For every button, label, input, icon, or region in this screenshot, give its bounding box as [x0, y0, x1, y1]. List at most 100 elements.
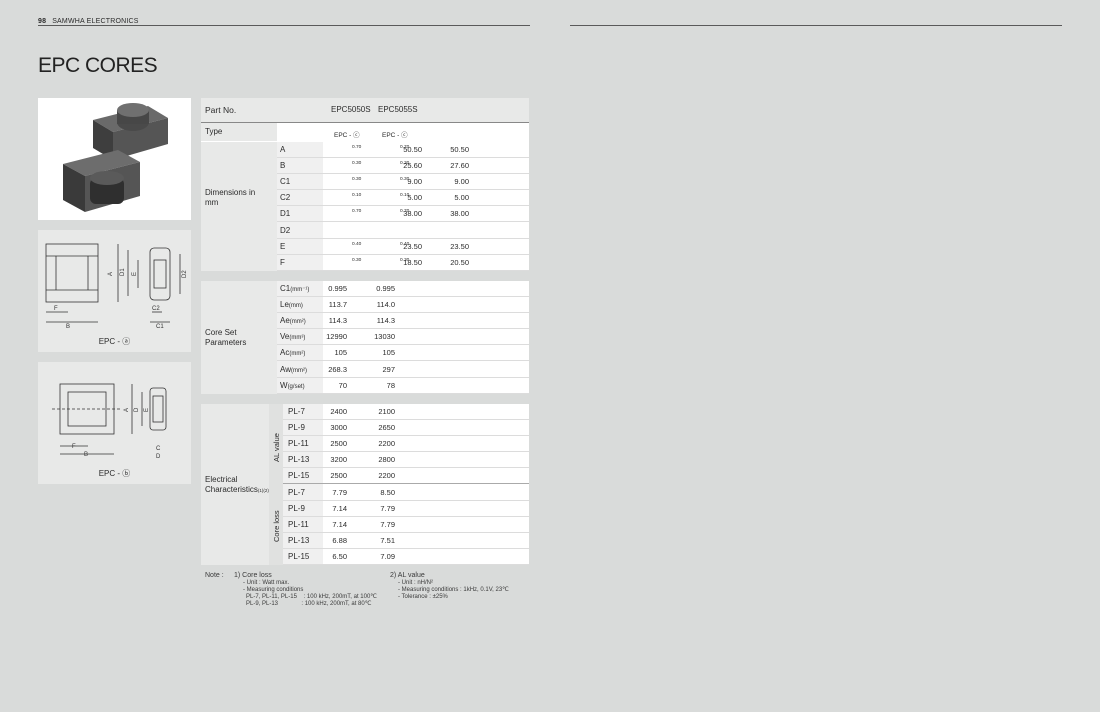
core-param-value: 114.3 [376, 316, 395, 326]
electrical-value: 7.79 [332, 487, 347, 497]
page-header: 98 SAMWHA ELECTRONICS [38, 18, 139, 25]
core-param-symbol: Ae [280, 316, 290, 326]
electrical-value: 2800 [378, 455, 395, 465]
part-2: EPC5055S [378, 105, 418, 114]
dimension-tolerance: 0.10 [352, 193, 362, 199]
type-2: EPC - ⓒ [382, 132, 408, 139]
core-param-row: Ae(mm²) 114.3 114.3 [277, 313, 529, 330]
dimension-tolerance: 0.70 [400, 209, 410, 215]
svg-text:C1: C1 [156, 324, 164, 330]
core-param-value: 114.3 [328, 316, 347, 326]
electrical-row: PL-13 6.88 7.51 [283, 533, 529, 549]
svg-text:D: D [156, 454, 161, 460]
dimension-name: E [280, 241, 286, 251]
page-number: 98 [38, 18, 47, 25]
svg-text:E: E [132, 272, 138, 276]
drawing-b-caption: EPC - ⓑ [98, 469, 131, 478]
core-param-value: 113.7 [328, 300, 347, 310]
core-loss-label: Core loss [272, 510, 281, 542]
svg-text:A: A [108, 272, 114, 276]
dimension-tolerance: 0.30 [400, 161, 410, 167]
svg-text:D: D [134, 407, 140, 412]
dimension-name: D1 [280, 209, 291, 219]
dimension-value: 38.00 [450, 209, 469, 219]
svg-text:C: C [156, 446, 161, 452]
electrical-row: PL-7 7.79 8.50 [283, 485, 529, 501]
dimension-tolerance: 0.40 [400, 241, 410, 247]
electrical-row: PL-9 7.14 7.79 [283, 501, 529, 517]
electrical-value: 2200 [378, 439, 395, 449]
dimension-value: 50.50 [450, 145, 469, 154]
electrical-value: 7.79 [380, 503, 395, 513]
core-param-row: Le(mm) 113.7 114.0 [277, 297, 529, 314]
electrical-value: 3200 [330, 455, 347, 465]
dimension-row: F 18.50 0.30 20.50 0.30 [277, 255, 529, 271]
electrical-value: 7.51 [380, 535, 395, 545]
electrical-value: 8.50 [380, 487, 395, 497]
note-2-line: - Measuring conditions : 1kHz, 0.1V, 23℃ [398, 587, 509, 593]
core-param-row: Ac(mm²) 105 105 [277, 345, 529, 362]
core-param-row: W(g/set) 70 78 [277, 378, 529, 394]
header-rule-left [38, 25, 530, 26]
drawing-a-caption: EPC - ⓐ [98, 337, 131, 346]
core-param-value: 0.995 [376, 284, 395, 293]
note-1-line: PL-7, PL-11, PL-15 : 100 kHz, 200mT, at … [246, 594, 378, 600]
electrical-row: PL-7 2400 2100 [283, 404, 529, 420]
dimension-value: 5.00 [454, 193, 469, 203]
note-2-line: - Tolerance : ±25% [398, 594, 448, 600]
svg-text:B: B [84, 452, 88, 458]
svg-text:E: E [144, 408, 150, 412]
electrical-value: 6.88 [332, 535, 347, 545]
elec-group-label: Electrical Characteristics(1)(2) [205, 475, 271, 496]
company-name: SAMWHA ELECTRONICS [52, 18, 139, 25]
dimension-tolerance: 0.30 [400, 177, 410, 183]
electrical-value: 3000 [330, 423, 347, 433]
core-param-symbol: W [280, 380, 288, 390]
electrical-row: PL-11 7.14 7.79 [283, 517, 529, 533]
note-2-line: - Unit : nH/N² [398, 580, 434, 586]
dimension-tolerance: 0.30 [352, 161, 362, 167]
core-param-symbol: C1 [280, 284, 291, 293]
electrical-value: 2500 [330, 439, 347, 449]
note-1-line: - Measuring conditions [243, 587, 304, 593]
col-part-no: Part No. [205, 105, 237, 115]
dimension-tolerance: 0.10 [400, 193, 410, 199]
core-param-value: 268.3 [328, 364, 347, 374]
dimension-tolerance: 0.70 [400, 145, 410, 150]
note-1-line: - Unit : Watt max. [243, 580, 290, 586]
core-param-value: 78 [386, 380, 395, 390]
dimension-value: 5.00 [407, 193, 422, 203]
dimension-value: 50.50 [403, 145, 422, 154]
core-param-value: 12990 [326, 332, 347, 342]
dimensions-table: Part No. EPC5050S EPC5055S Type EPC - ⓒ … [201, 98, 529, 271]
dimension-value: 20.50 [450, 257, 469, 267]
dimension-value: 23.50 [450, 241, 469, 251]
svg-text:D1: D1 [120, 268, 126, 276]
electrical-row: PL-9 3000 2650 [283, 420, 529, 437]
dimension-tolerance: 0.30 [352, 177, 362, 183]
core-param-value: 13030 [374, 332, 395, 342]
dimension-row: D1 38.00 0.70 38.00 0.70 [277, 206, 529, 223]
part-1: EPC5050S [331, 105, 371, 114]
electrical-row: PL-11 2500 2200 [283, 436, 529, 453]
electrical-value: 2100 [378, 407, 395, 416]
dimension-tolerance: 0.30 [400, 257, 410, 263]
svg-text:F: F [54, 306, 58, 312]
dimension-value: 23.50 [403, 241, 422, 251]
electrical-row: PL-13 3200 2800 [283, 452, 529, 469]
dimension-tolerance: 0.70 [352, 145, 362, 150]
dimension-value: 25.60 [403, 161, 422, 171]
core-param-value: 105 [334, 348, 347, 358]
core-param-value: 114.0 [376, 300, 395, 310]
product-photo [38, 98, 191, 220]
elec-group-text: Electrical Characteristics [205, 475, 258, 494]
electrical-value: 7.14 [332, 503, 347, 513]
drawing-epc-b: A D E F B C D EPC - ⓑ [38, 362, 191, 484]
core-param-symbol: Aw [280, 364, 291, 374]
dimensions-group-label: Dimensions in mm [205, 188, 256, 207]
electrical-row: PL-15 2500 2200 [283, 468, 529, 485]
note-1-line: PL-9, PL-13 : 100 kHz, 200mT, at 80℃ [246, 601, 372, 607]
dimension-tolerance: 0.70 [352, 209, 362, 215]
core-param-value: 105 [382, 348, 395, 358]
dimension-value: 9.00 [407, 177, 422, 187]
